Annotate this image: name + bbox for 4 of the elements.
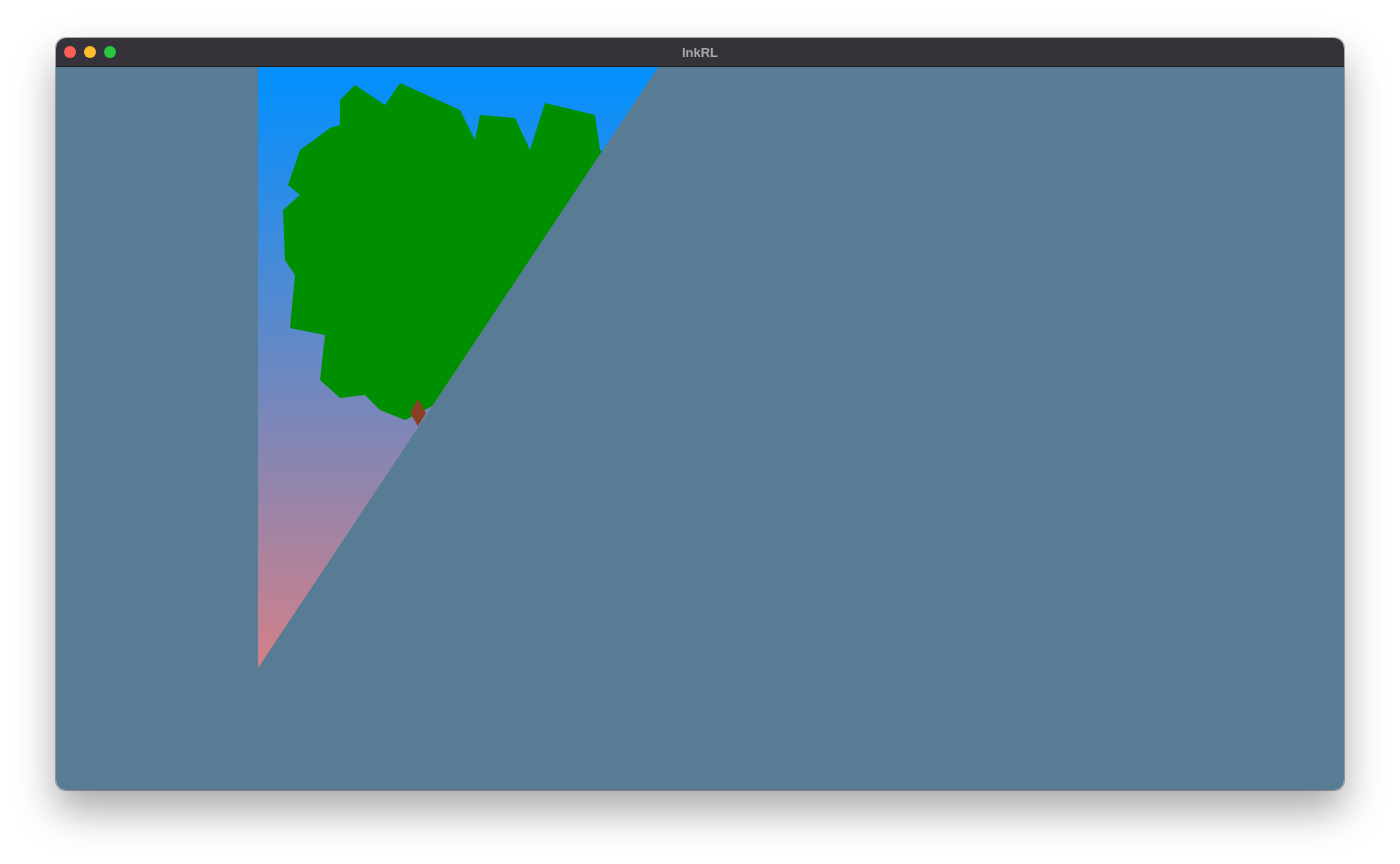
zoom-button[interactable] [104,46,116,58]
close-button[interactable] [64,46,76,58]
window-title: InkRL [681,44,719,60]
minimize-button[interactable] [84,46,96,58]
